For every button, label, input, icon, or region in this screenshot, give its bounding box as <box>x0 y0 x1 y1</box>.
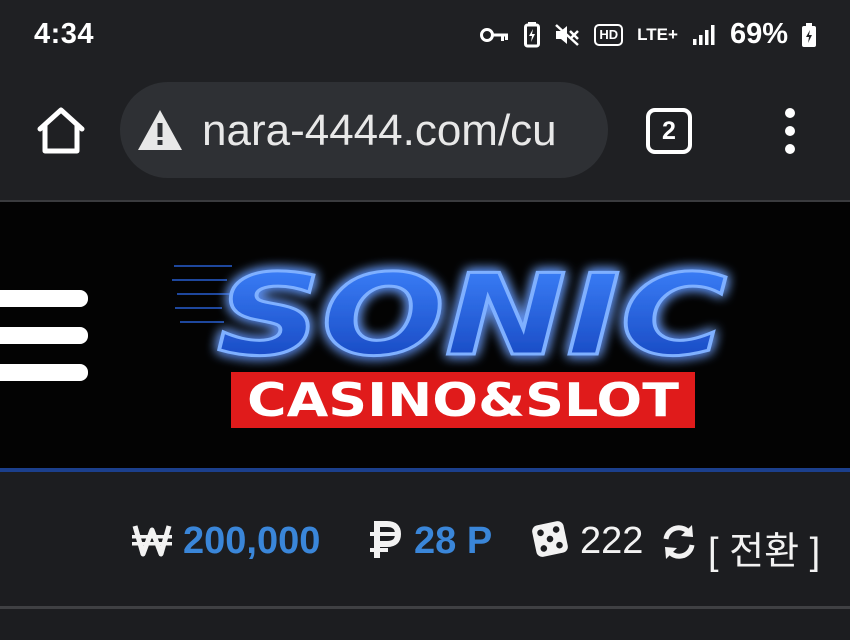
mute-icon <box>554 23 580 47</box>
url-text[interactable]: nara-4444.com/cu <box>202 106 557 156</box>
network-type: LTE+ <box>637 24 678 44</box>
game-count: 222 <box>580 520 644 562</box>
tab-switcher-button[interactable]: 2 <box>646 108 692 154</box>
status-bar: 4:34 HD LTE+ 69% <box>0 0 850 72</box>
key-icon <box>480 26 510 44</box>
dice-icon <box>532 521 568 557</box>
home-icon <box>37 107 85 154</box>
switch-button[interactable]: [ 전환 ] <box>708 520 820 575</box>
status-time: 4:34 <box>34 18 95 50</box>
battery-percent: 69% <box>729 18 788 50</box>
signal-icon <box>692 24 716 46</box>
logo-title: SONIC <box>217 251 727 381</box>
hd-voice-badge: HD <box>594 23 624 46</box>
balance-divider <box>0 606 850 609</box>
refresh-icon[interactable] <box>660 523 698 561</box>
site-logo[interactable]: SONIC CASINO&SLOT <box>172 236 750 436</box>
point-icon <box>370 521 402 558</box>
battery-saver-icon <box>524 21 541 48</box>
logo-subtitle: CASINO&SLOT <box>247 373 680 427</box>
url-field[interactable]: nara-4444.com/cu <box>120 82 608 178</box>
browser-menu-button[interactable] <box>780 106 800 156</box>
status-icons: HD LTE+ 69% <box>480 18 816 51</box>
hamburger-menu-icon[interactable] <box>0 290 88 382</box>
money-balance: 200,000 <box>183 520 321 562</box>
won-icon <box>132 525 172 557</box>
battery-charging-icon <box>802 22 816 47</box>
warning-icon[interactable] <box>136 108 184 152</box>
points-balance: 28 P <box>414 520 493 562</box>
more-vert-icon <box>785 108 795 154</box>
home-button[interactable] <box>34 104 88 158</box>
